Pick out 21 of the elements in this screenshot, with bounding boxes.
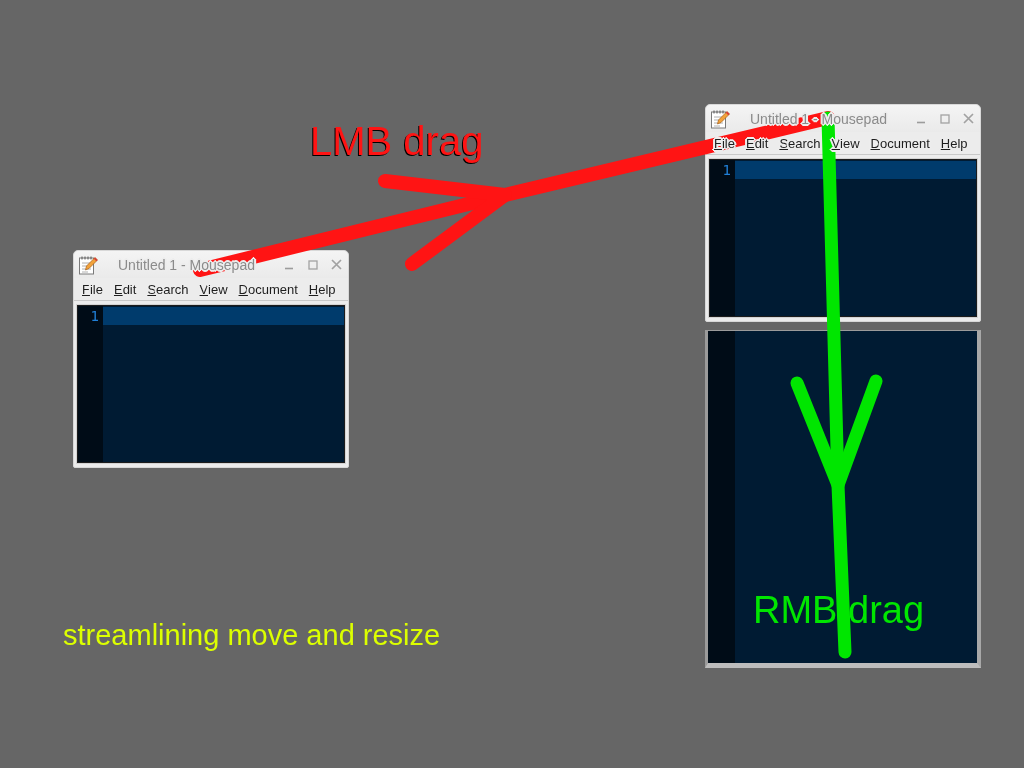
menu-item[interactable]: Help — [308, 281, 336, 297]
menu-item[interactable]: Search — [779, 135, 821, 151]
menu-item[interactable]: Document — [870, 135, 930, 151]
annotation-label: LMB drag — [310, 121, 484, 161]
close-icon[interactable] — [331, 259, 342, 270]
notepad-pencil-icon — [710, 108, 730, 129]
menu-item[interactable]: Search — [147, 281, 189, 297]
menu-item[interactable]: Help — [940, 135, 968, 151]
menu-item[interactable]: File — [82, 281, 103, 297]
notepad-pencil-icon — [78, 254, 98, 275]
caption-text: streamlining move and resize — [63, 621, 441, 650]
menu-item[interactable]: Edit — [113, 281, 137, 297]
menu-item[interactable]: Document — [238, 281, 298, 297]
maximize-icon[interactable] — [940, 113, 950, 124]
line-number: 1 — [89, 307, 100, 325]
close-icon[interactable] — [963, 113, 974, 124]
maximize-icon[interactable] — [308, 259, 318, 270]
line-number: 1 — [721, 161, 732, 179]
menu-item[interactable]: File — [714, 135, 735, 151]
menu-item[interactable]: View — [199, 281, 228, 297]
annotation-label: RMB drag — [753, 591, 925, 629]
